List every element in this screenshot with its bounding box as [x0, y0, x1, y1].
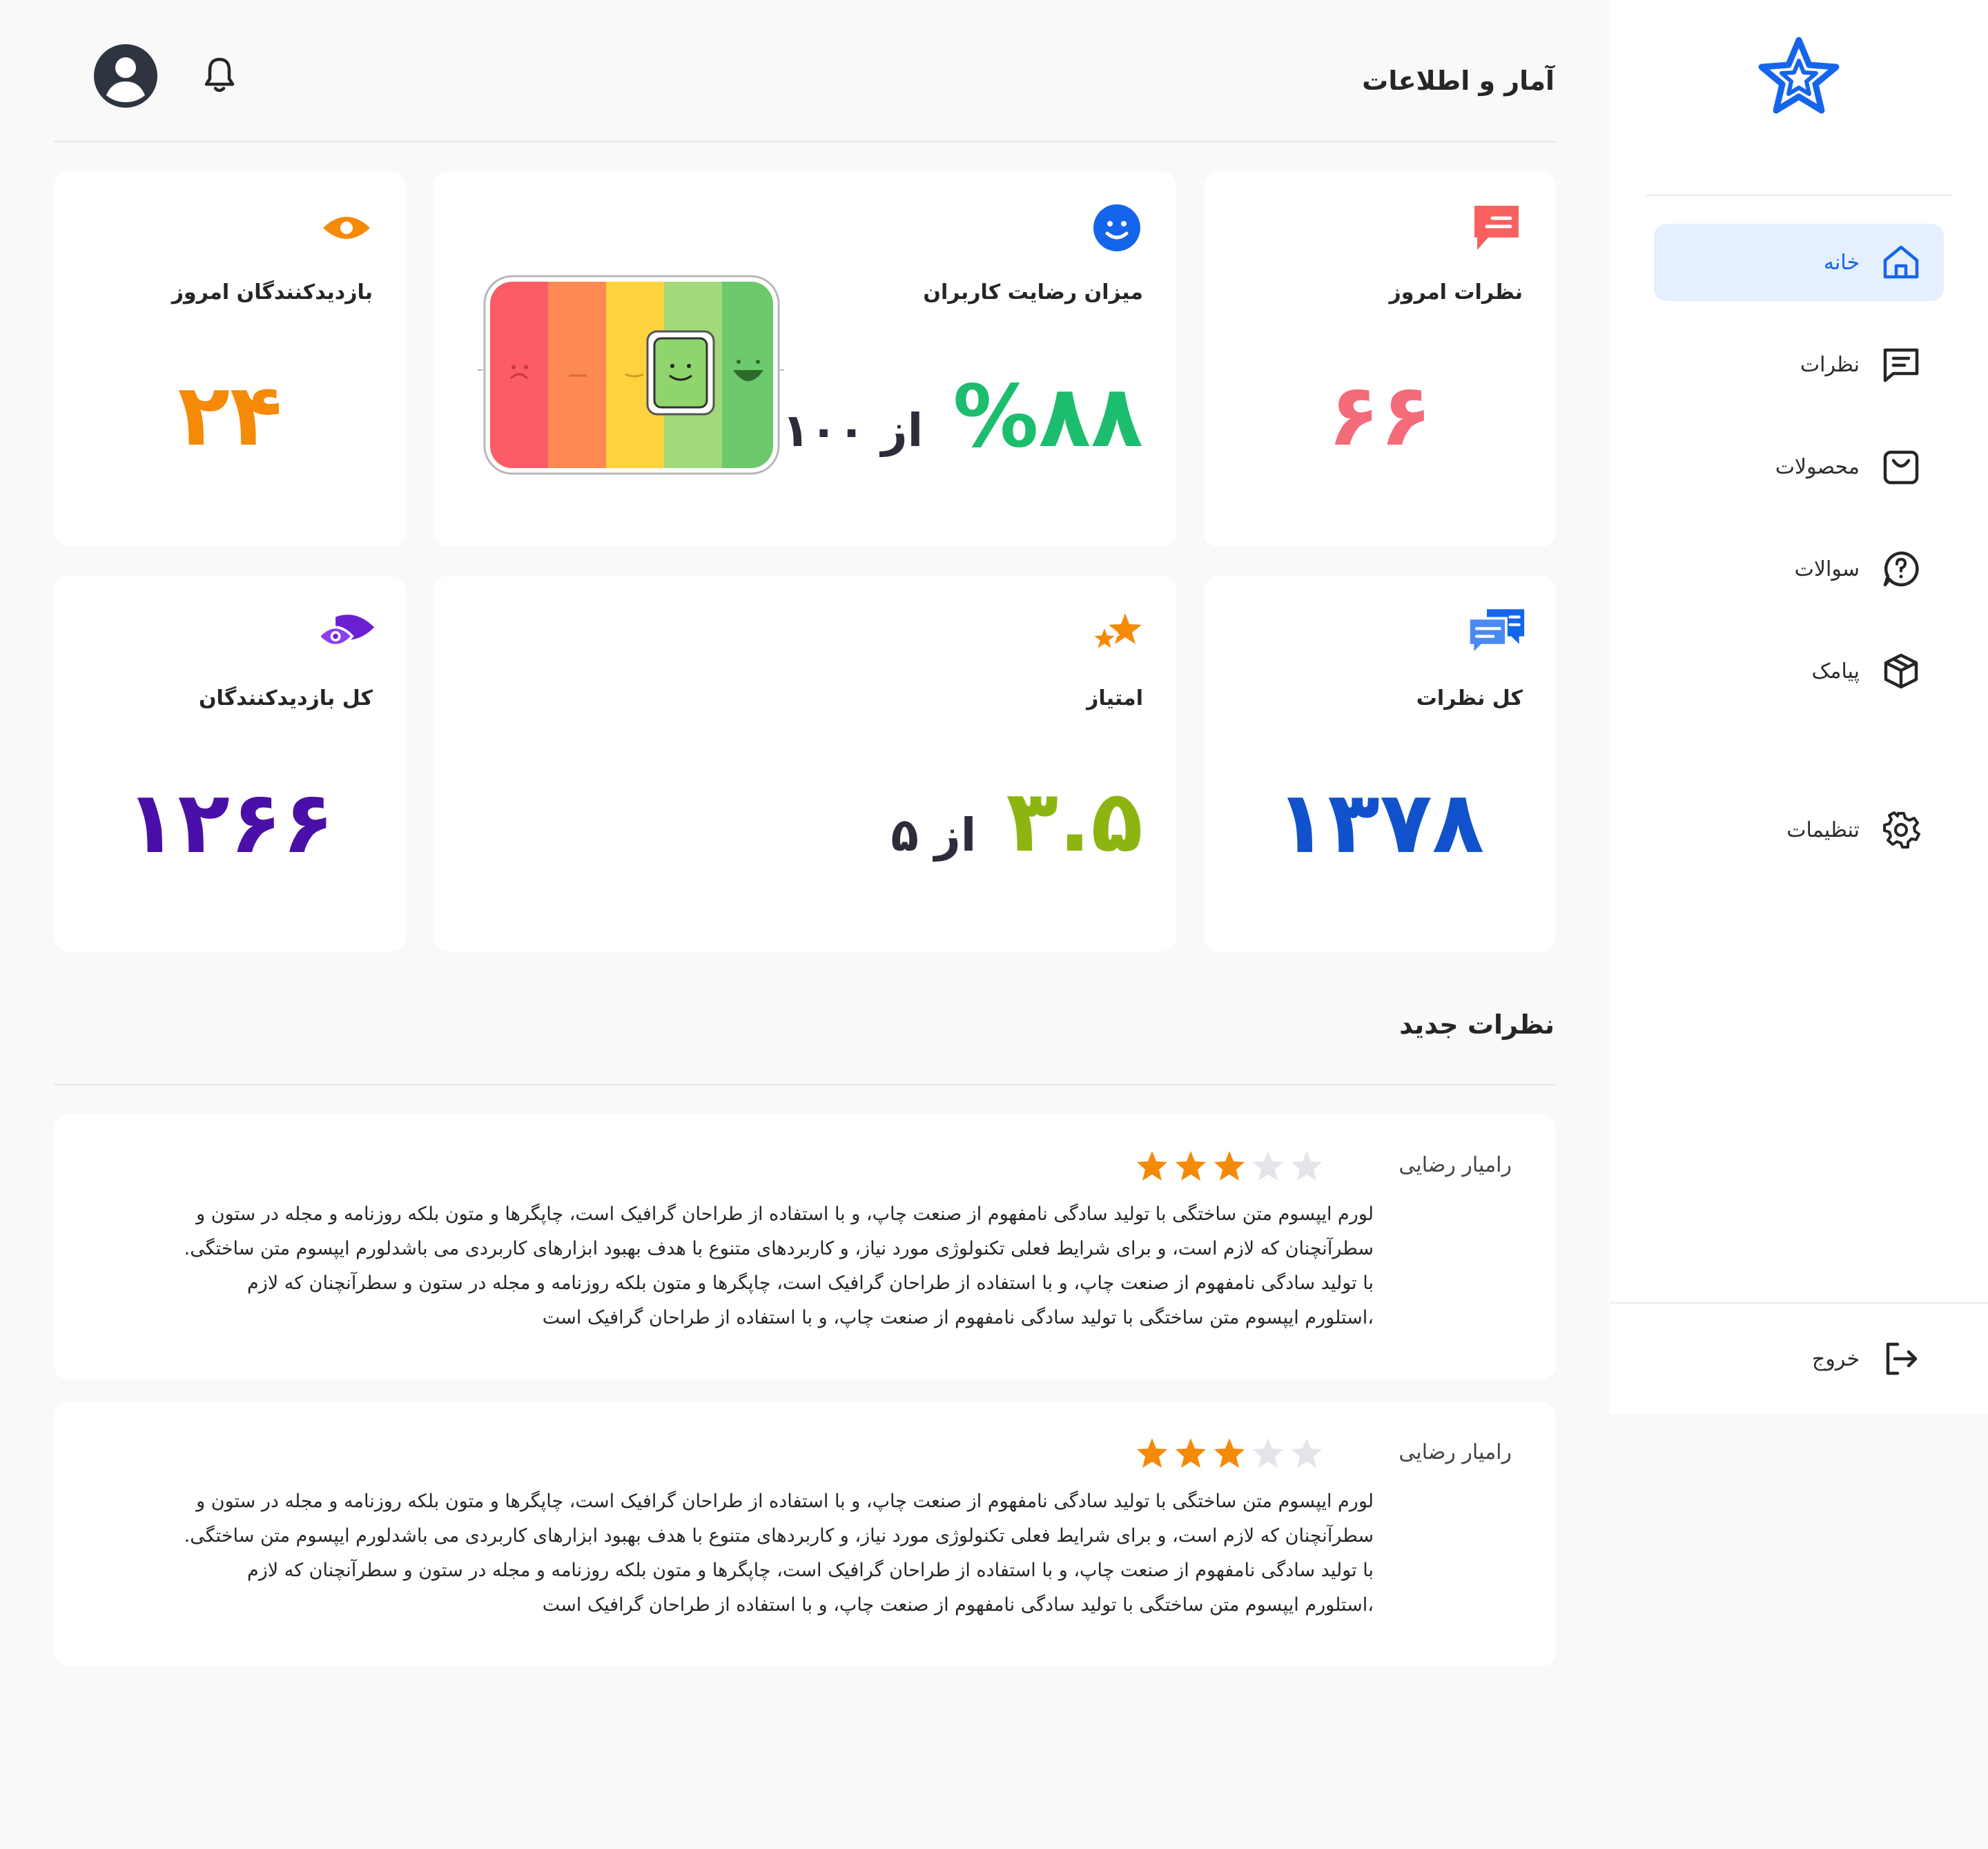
logout-button[interactable]: خروج	[1654, 1320, 1944, 1397]
star-filled-icon	[1212, 1436, 1247, 1471]
question-icon	[1880, 548, 1922, 590]
review-line: سطرآنچنان که لازم است، و برای شرایط فعلی…	[184, 1238, 1374, 1259]
page-title: آمار و اطلاعات	[1362, 66, 1555, 96]
eye-visitors-icon	[318, 603, 376, 661]
header-divider	[54, 141, 1556, 142]
sidebar-item-label: پیامک	[1811, 659, 1860, 684]
section-title: نظرات جدید	[1399, 1009, 1555, 1040]
section-divider	[54, 1084, 1556, 1085]
satisfaction-meter-icon	[478, 273, 784, 476]
bell-icon[interactable]	[200, 54, 239, 95]
review-line: ،استلورم ایپسوم متن ساختگی با تولید سادگ…	[542, 1307, 1374, 1328]
sidebar: خانه نظرات محصولات سوالات پیامک تنظیمات	[1610, 0, 1988, 1414]
sidebar-item-home[interactable]: خانه	[1654, 224, 1944, 301]
today-comments-card: نظرات امروز ۶۶	[1204, 171, 1556, 547]
avatar[interactable]	[92, 43, 159, 109]
comment-icon	[1880, 344, 1922, 385]
review-line: سطرآنچنان که لازم است، و برای شرایط فعلی…	[184, 1525, 1374, 1547]
review-card: رامیار رضایی لورم ایپسوم متن ساختگی با ت…	[54, 1114, 1556, 1380]
sidebar-divider	[1646, 195, 1952, 196]
review-line: با تولید سادگی نامفهوم از صنعت چاپ، و با…	[247, 1272, 1374, 1294]
today-comments-value: ۶۶	[1327, 366, 1432, 465]
rating-stars	[1135, 1436, 1322, 1471]
total-visitors-value: ۱۲۶۶	[125, 773, 335, 873]
home-icon	[1880, 242, 1922, 283]
chat-bubble-icon	[1468, 199, 1526, 257]
today-visitors-value: ۲۴	[177, 366, 282, 465]
total-comments-card: کل نظرات ۱۳۷۸	[1204, 576, 1556, 951]
card-title: کل نظرات	[1416, 686, 1523, 710]
rating-card: امتیاز ۳.۵ از ۵	[433, 576, 1176, 951]
star-empty-icon	[1289, 1149, 1324, 1183]
sidebar-item-comments[interactable]: نظرات	[1654, 326, 1944, 403]
card-title: کل بازدیدکنندگان	[198, 686, 373, 710]
sidebar-item-label: خانه	[1823, 250, 1860, 275]
review-line: با تولید سادگی نامفهوم از صنعت چاپ، و با…	[247, 1560, 1374, 1581]
sidebar-item-label: تنظیمات	[1786, 817, 1860, 842]
star-empty-icon	[1251, 1149, 1285, 1183]
gear-icon	[1880, 809, 1922, 851]
total-comments-value: ۱۳۷۸	[1275, 773, 1485, 873]
review-text: لورم ایپسوم متن ساختگی با تولید سادگی نا…	[102, 1197, 1374, 1335]
review-line: لورم ایپسوم متن ساختگی با تولید سادگی نا…	[196, 1491, 1374, 1512]
satisfaction-suffix: از ۱۰۰	[781, 404, 924, 457]
reviewer-name: رامیار رضایی	[1399, 1153, 1512, 1177]
sidebar-item-products[interactable]: محصولات	[1654, 428, 1944, 505]
review-text: لورم ایپسوم متن ساختگی با تولید سادگی نا…	[102, 1484, 1374, 1623]
review-card: رامیار رضایی لورم ایپسوم متن ساختگی با ت…	[54, 1402, 1556, 1667]
box-icon	[1880, 650, 1922, 692]
sidebar-item-questions[interactable]: سوالات	[1654, 530, 1944, 608]
star-filled-icon	[1135, 1149, 1169, 1183]
review-line: ،استلورم ایپسوم متن ساختگی با تولید سادگ…	[542, 1594, 1374, 1616]
card-title: میزان رضایت کاربران	[923, 280, 1143, 304]
star-empty-icon	[1251, 1436, 1285, 1471]
stars-icon	[1088, 605, 1146, 663]
sidebar-item-label: سوالات	[1794, 556, 1860, 581]
sidebar-item-label: محصولات	[1775, 454, 1860, 479]
basket-icon	[1880, 446, 1922, 487]
reviewer-name: رامیار رضایی	[1399, 1440, 1512, 1464]
today-visitors-card: بازدیدکنندگان امروز ۲۴	[54, 171, 406, 547]
total-visitors-card: کل بازدیدکنندگان ۱۲۶۶	[54, 576, 406, 951]
logout-label: خروج	[1812, 1346, 1860, 1371]
star-filled-icon	[1173, 1149, 1208, 1183]
satisfaction-value: %۸۸ از ۱۰۰	[782, 374, 1143, 460]
star-filled-icon	[1173, 1436, 1208, 1471]
rating-suffix: از ۵	[890, 809, 977, 862]
sidebar-item-label: نظرات	[1800, 352, 1860, 377]
satisfaction-card: میزان رضایت کاربران %۸۸ از ۱۰۰	[433, 171, 1176, 547]
star-filled-icon	[1135, 1436, 1169, 1471]
sidebar-item-sms[interactable]: پیامک	[1654, 632, 1944, 710]
sidebar-item-settings[interactable]: تنظیمات	[1654, 791, 1944, 869]
rating-stars	[1135, 1149, 1322, 1183]
star-filled-icon	[1212, 1149, 1247, 1183]
smiley-icon	[1088, 199, 1146, 257]
satisfaction-percent: %۸۸	[953, 367, 1143, 467]
logout-icon	[1880, 1338, 1922, 1380]
chat-bubbles-icon	[1468, 603, 1526, 661]
eye-icon	[318, 199, 376, 257]
star-logo-icon[interactable]	[1756, 35, 1842, 117]
review-line: لورم ایپسوم متن ساختگی با تولید سادگی نا…	[196, 1203, 1374, 1225]
rating-number: ۳.۵	[1006, 772, 1143, 871]
card-title: بازدیدکنندگان امروز	[171, 280, 373, 304]
card-title: امتیاز	[1086, 686, 1143, 710]
rating-value: ۳.۵ از ۵	[890, 779, 1143, 864]
star-empty-icon	[1289, 1436, 1324, 1471]
logout-divider	[1610, 1302, 1988, 1304]
card-title: نظرات امروز	[1389, 280, 1523, 304]
